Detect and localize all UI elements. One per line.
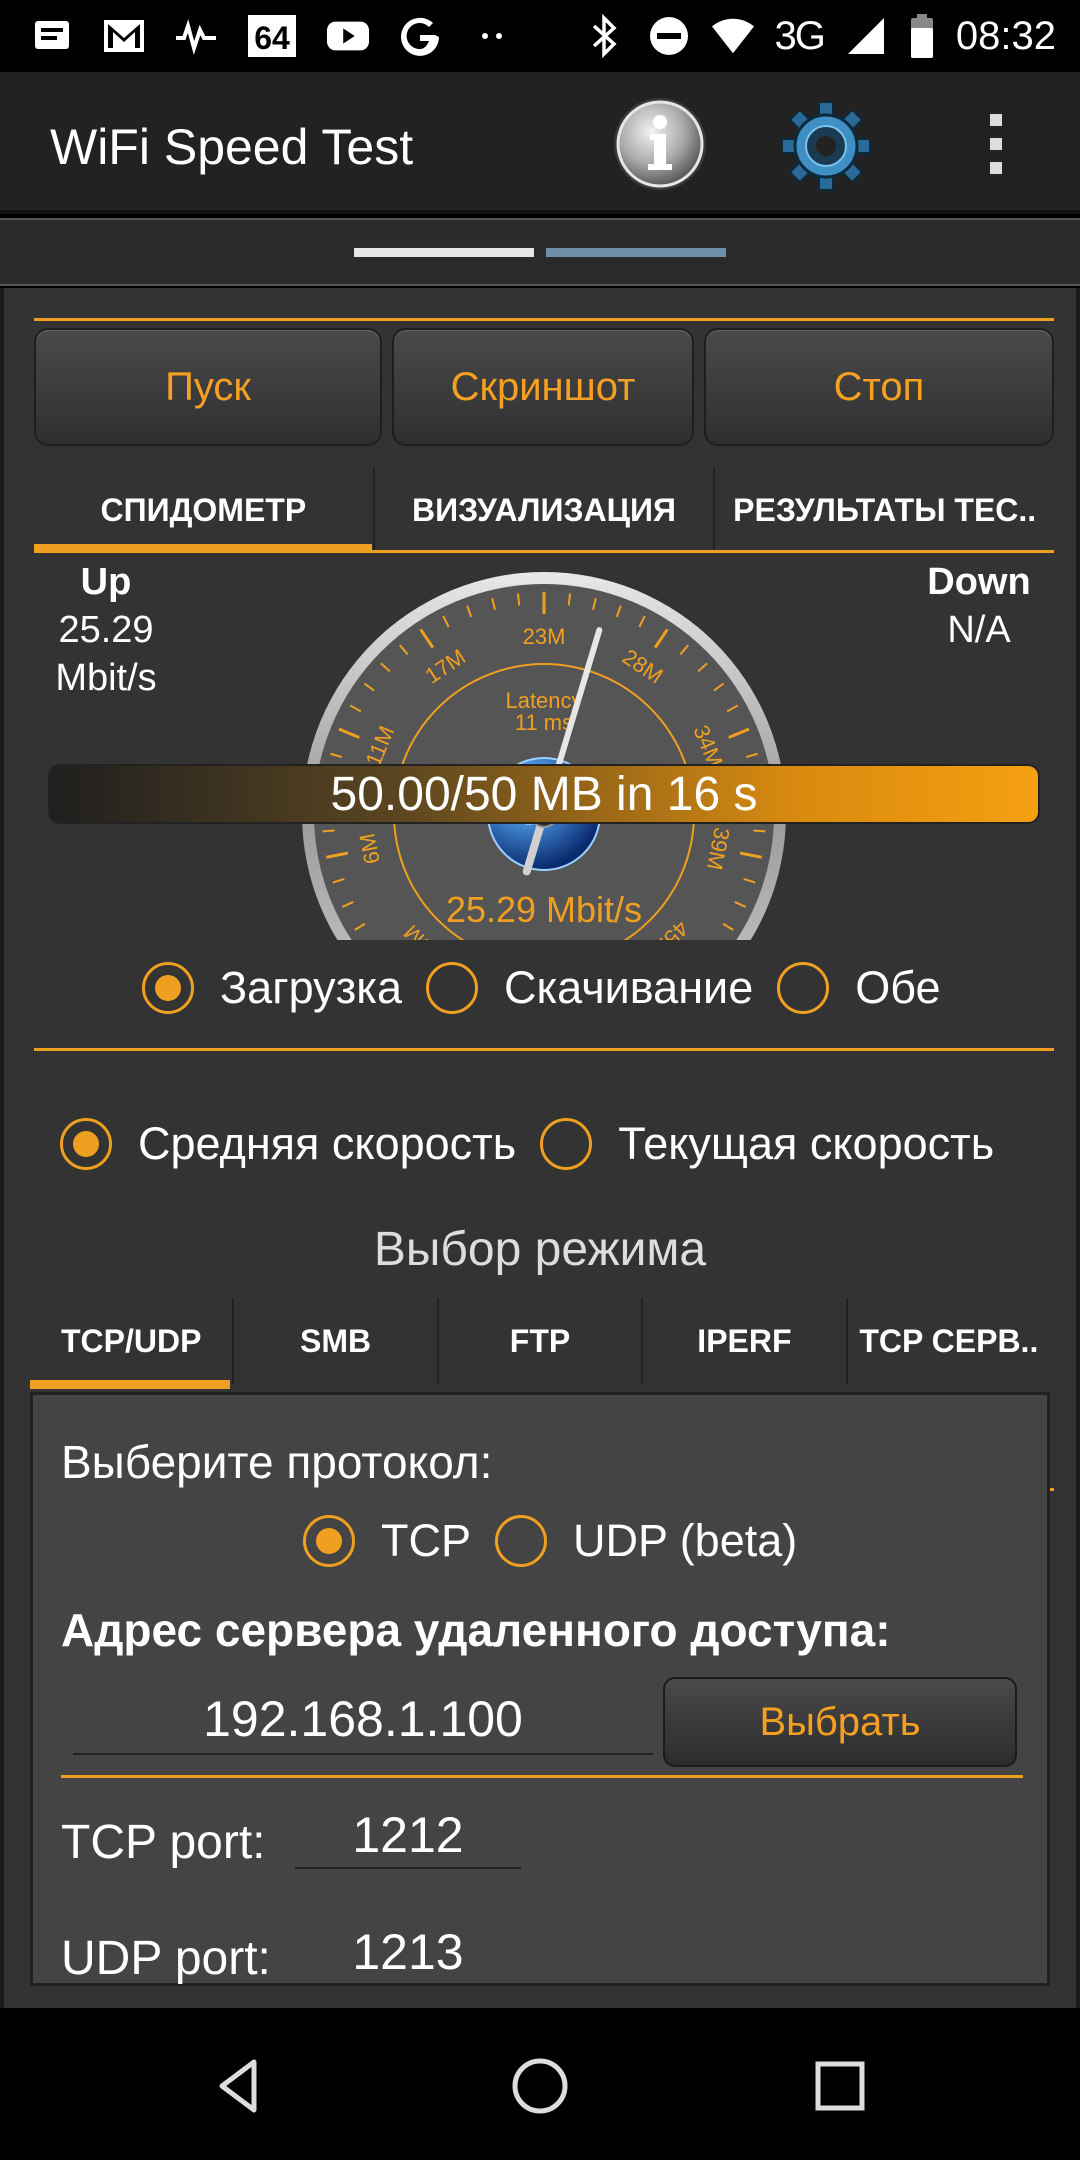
tab-test-results[interactable]: РЕЗУЛЬТАТЫ ТЕС.. xyxy=(715,468,1054,552)
battery-icon xyxy=(908,14,936,58)
server-divider xyxy=(61,1775,1023,1778)
mode-tabs-active-indicator xyxy=(30,1380,230,1389)
download-readout: Down N/A xyxy=(904,558,1054,654)
radio-udp-label[interactable]: UDP (beta) xyxy=(573,1515,797,1567)
udp-port-label: UDP port: xyxy=(61,1932,271,1985)
badge-64-icon: 64 xyxy=(246,14,298,58)
gauge-tick xyxy=(753,829,766,833)
radio-download[interactable] xyxy=(425,962,478,1014)
choose-server-button[interactable]: Выбрать xyxy=(663,1677,1017,1767)
mode-section-title: Выбор режима xyxy=(373,1223,707,1276)
radio-both-label[interactable]: Обе xyxy=(855,962,940,1014)
app-bar: WiFi Speed Test xyxy=(0,72,1080,214)
upload-value: 25.29 xyxy=(58,609,154,651)
info-button[interactable] xyxy=(612,96,708,192)
overflow-menu-button[interactable] xyxy=(980,108,1012,180)
system-icons: 3G 08:32 xyxy=(583,10,1056,62)
wifi-icon xyxy=(711,14,755,58)
radio-upload[interactable] xyxy=(142,962,194,1014)
top-divider xyxy=(34,318,1054,321)
network-type: 3G xyxy=(774,13,826,58)
server-address-input[interactable]: 192.168.1.100 xyxy=(73,1685,653,1755)
radio-tcp-label[interactable]: TCP xyxy=(381,1515,471,1567)
tab-iperf[interactable]: IPERF xyxy=(643,1298,848,1384)
tab-speedometer[interactable]: СПИДОМЕТР xyxy=(34,468,375,552)
download-label: Down xyxy=(927,561,1031,603)
latency-value: 11 ms xyxy=(515,710,573,735)
radio-current-speed-label[interactable]: Текущая скорость xyxy=(618,1118,994,1170)
radio-average-speed-label[interactable]: Средняя скорость xyxy=(138,1118,516,1170)
screenshot-button[interactable]: Скриншот xyxy=(392,328,694,446)
radio-both[interactable] xyxy=(777,962,830,1014)
view-tabs-active-indicator xyxy=(34,544,372,553)
transfer-progress-bar: 50.00/50 MB in 16 s xyxy=(48,764,1040,824)
protocol-radio-group: TCP UDP (beta) xyxy=(303,1515,821,1567)
direction-radio-group: Загрузка Скачивание Обе xyxy=(142,962,965,1014)
badge-64-text: 64 xyxy=(254,20,290,56)
home-icon xyxy=(512,2058,568,2114)
radio-current-speed[interactable] xyxy=(540,1118,593,1170)
navigation-bar xyxy=(0,2012,1080,2160)
page-indicator-inactive xyxy=(546,248,726,257)
pulse-icon xyxy=(174,14,218,58)
gmail-icon xyxy=(102,14,146,58)
transfer-progress-text: 50.00/50 MB in 16 s xyxy=(330,767,758,821)
bluetooth-icon xyxy=(583,14,627,58)
gauge-speed-readout: 25.29 Mbit/s xyxy=(446,889,642,930)
dnd-icon xyxy=(647,14,691,58)
radio-udp[interactable] xyxy=(495,1515,547,1567)
protocol-label: Выберите протокол: xyxy=(61,1436,493,1488)
tab-ftp[interactable]: FTP xyxy=(439,1298,644,1384)
dots-icon xyxy=(470,14,514,58)
speed-mode-radio-group: Средняя скорость Текущая скорость xyxy=(60,1118,1018,1170)
radio-download-label[interactable]: Скачивание xyxy=(504,962,753,1014)
app-title: WiFi Speed Test xyxy=(50,119,414,175)
recents-icon xyxy=(815,2061,865,2111)
upload-unit: Mbit/s xyxy=(55,657,157,699)
gauge-tick xyxy=(567,593,572,606)
progress-divider xyxy=(34,1048,1054,1051)
gauge-tick xyxy=(322,829,335,833)
tcp-udp-settings-panel: Выберите протокол: TCP UDP (beta) Адрес … xyxy=(30,1392,1050,1986)
home-button[interactable] xyxy=(510,2056,570,2116)
page-indicator-active xyxy=(354,248,534,257)
radio-upload-label[interactable]: Загрузка xyxy=(220,962,402,1014)
tcp-port-label: TCP port: xyxy=(61,1816,266,1869)
back-button[interactable] xyxy=(210,2056,270,2116)
back-icon xyxy=(219,2059,257,2113)
tab-tcp-server[interactable]: TCP СЕРВ.. xyxy=(848,1298,1050,1384)
signal-icon xyxy=(844,14,888,58)
gauge-tick xyxy=(516,593,521,606)
tab-tcp-udp[interactable]: TCP/UDP xyxy=(30,1298,235,1384)
overflow-menu-icon xyxy=(990,114,1002,174)
status-bar: 64 3G 08:32 xyxy=(0,0,1080,72)
download-value: N/A xyxy=(947,609,1011,651)
radio-average-speed[interactable] xyxy=(60,1118,112,1170)
start-button[interactable]: Пуск xyxy=(34,328,382,446)
settings-button[interactable] xyxy=(778,98,874,194)
mode-tabs: TCP/UDP SMB FTP IPERF TCP СЕРВ.. xyxy=(30,1298,1050,1384)
upload-label: Up xyxy=(80,561,132,603)
server-address-label: Адрес сервера удаленного доступа: xyxy=(61,1604,891,1656)
gauge-scale-label: 23M xyxy=(523,624,566,649)
youtube-icon xyxy=(326,14,370,58)
recents-button[interactable] xyxy=(810,2056,870,2116)
page-indicator[interactable] xyxy=(0,218,1080,286)
notification-icons: 64 xyxy=(30,10,514,62)
stop-button[interactable]: Стоп xyxy=(704,328,1054,446)
radio-tcp[interactable] xyxy=(303,1515,355,1567)
message-icon xyxy=(30,14,74,58)
udp-port-input[interactable]: 1213 xyxy=(295,1919,521,1985)
gear-icon xyxy=(781,101,871,191)
tcp-port-input[interactable]: 1212 xyxy=(295,1803,521,1869)
view-tabs: СПИДОМЕТР ВИЗУАЛИЗАЦИЯ РЕЗУЛЬТАТЫ ТЕС.. xyxy=(34,468,1054,552)
google-icon xyxy=(398,14,442,58)
upload-readout: Up 25.29 Mbit/s xyxy=(26,558,186,702)
info-icon xyxy=(614,98,706,190)
tab-smb[interactable]: SMB xyxy=(234,1298,439,1384)
tab-visualization[interactable]: ВИЗУАЛИЗАЦИЯ xyxy=(375,468,716,552)
clock: 08:32 xyxy=(955,13,1056,58)
speedometer-gauge: 0M6M11M17M23M28M34M39M45M Latency 11 ms … xyxy=(302,572,786,940)
